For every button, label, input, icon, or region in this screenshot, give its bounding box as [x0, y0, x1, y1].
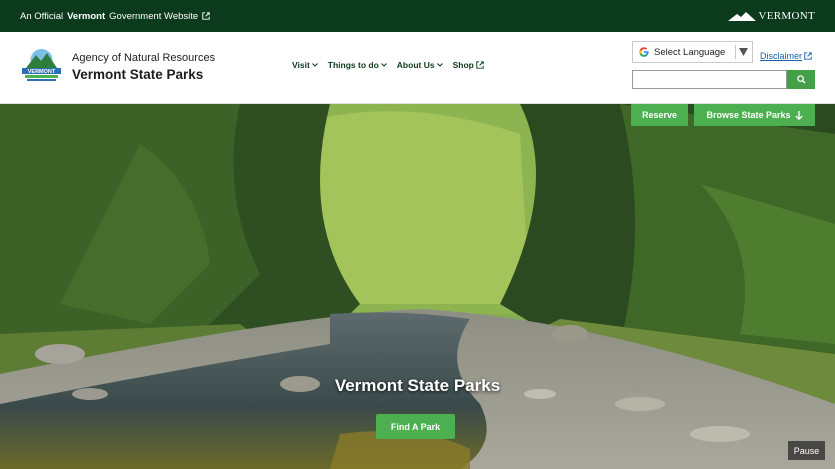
- language-select-label: Select Language: [654, 46, 726, 58]
- language-select[interactable]: Select Language: [632, 41, 753, 63]
- nav-item-shop[interactable]: Shop: [453, 60, 484, 70]
- hero-banner: Reserve Browse State Parks Vermont State…: [0, 104, 835, 469]
- google-icon: [639, 47, 649, 57]
- search-icon: [796, 75, 806, 84]
- chevron-down-icon: [380, 63, 387, 67]
- nav-item-label: Visit: [292, 60, 310, 70]
- wordmark-text: VERMONT: [758, 10, 815, 22]
- search-input[interactable]: [632, 70, 787, 89]
- select-divider: [735, 45, 736, 59]
- nav-item-visit[interactable]: Visit: [292, 60, 318, 70]
- nav-item-label: About Us: [396, 60, 435, 70]
- external-link-icon: [804, 52, 812, 60]
- nav-item-about-us[interactable]: About Us: [397, 60, 443, 70]
- reserve-button[interactable]: Reserve: [631, 104, 688, 126]
- official-site-notice[interactable]: An Official Vermont Government Website: [20, 11, 210, 22]
- chevron-down-icon: [311, 63, 318, 67]
- external-link-icon: [202, 12, 210, 20]
- dropdown-caret-icon: [739, 48, 748, 56]
- search-button[interactable]: [787, 70, 815, 89]
- official-state: Vermont: [67, 10, 106, 22]
- nav-item-label: Shop: [452, 60, 474, 70]
- chevron-down-icon: [436, 63, 443, 67]
- disclaimer-link[interactable]: Disclaimer: [760, 51, 812, 61]
- disclaimer-label: Disclaimer: [760, 51, 803, 61]
- arrow-down-icon: [794, 110, 803, 120]
- find-a-park-button[interactable]: Find A Park: [376, 414, 455, 439]
- mountain-icon: [727, 11, 756, 21]
- official-government-bar: An Official Vermont Government Website V…: [0, 0, 835, 32]
- vermont-state-parks-logo[interactable]: VERMONT: [21, 46, 62, 87]
- external-link-icon: [476, 61, 484, 69]
- main-nav: Visit Things to do About Us Shop: [292, 60, 484, 70]
- pause-slideshow-button[interactable]: Pause: [788, 441, 825, 460]
- official-suffix: Government Website: [109, 10, 199, 22]
- browse-state-parks-button[interactable]: Browse State Parks: [694, 104, 815, 126]
- nav-item-label: Things to do: [327, 60, 379, 70]
- vermont-wordmark-logo[interactable]: VERMONT: [727, 10, 816, 22]
- agency-name: Agency of Natural Resources: [72, 52, 216, 64]
- official-prefix: An Official: [20, 10, 64, 22]
- site-title[interactable]: Vermont State Parks: [72, 67, 203, 82]
- hero-title: Vermont State Parks: [334, 376, 501, 395]
- reserve-label: Reserve: [641, 110, 678, 120]
- site-header: VERMONT Agency of Natural Resources Verm…: [0, 32, 835, 104]
- nav-item-things-to-do[interactable]: Things to do: [328, 60, 387, 70]
- logo-text: VERMONT: [28, 69, 56, 75]
- browse-label: Browse State Parks: [706, 110, 791, 120]
